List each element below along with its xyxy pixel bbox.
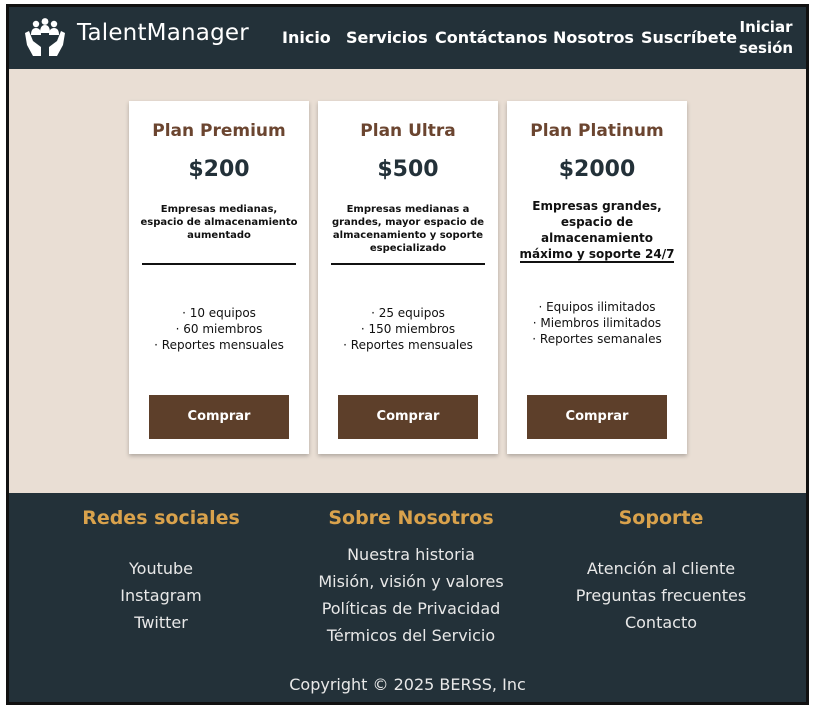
footer-support-links: Atención al cliente Preguntas frecuentes… xyxy=(531,555,791,636)
login-line-2: sesión xyxy=(738,39,794,57)
footer-social-column: Redes sociales Youtube Instagram Twitter xyxy=(31,507,291,636)
plan-description: Empresas medianas a grandes, mayor espac… xyxy=(331,204,485,254)
feature-item: · 60 miembros xyxy=(175,322,263,336)
footer-link-privacy[interactable]: Políticas de Privacidad xyxy=(281,595,541,622)
buy-button-premium[interactable]: Comprar xyxy=(149,395,289,439)
footer-link-faq[interactable]: Preguntas frecuentes xyxy=(531,582,791,609)
plan-features: · 10 equipos · 60 miembros · Reportes me… xyxy=(129,305,309,353)
login-line-1: Iniciar xyxy=(739,18,793,36)
footer-link-twitter[interactable]: Twitter xyxy=(31,609,291,636)
feature-item: · Reportes semanales xyxy=(532,332,662,346)
nav-servicios[interactable]: Servicios xyxy=(346,28,428,47)
buy-button-platinum[interactable]: Comprar xyxy=(527,395,667,439)
footer-heading-social: Redes sociales xyxy=(82,507,240,529)
divider xyxy=(331,263,485,265)
feature-item: · Reportes mensuales xyxy=(154,338,284,352)
feature-item: · Equipos ilimitados xyxy=(538,300,656,314)
plan-features: · Equipos ilimitados · Miembros ilimitad… xyxy=(507,299,687,347)
divider xyxy=(520,261,674,263)
plan-card-premium: Plan Premium $200 Empresas medianas, esp… xyxy=(129,101,309,454)
divider xyxy=(142,263,296,265)
plan-price: $200 xyxy=(188,157,250,182)
plan-description: Empresas medianas, espacio de almacenami… xyxy=(140,204,298,241)
footer-link-contact[interactable]: Contacto xyxy=(531,609,791,636)
footer-link-history[interactable]: Nuestra historia xyxy=(281,541,541,568)
footer-heading-support: Soporte xyxy=(618,507,704,529)
plan-card-ultra: Plan Ultra $500 Empresas medianas a gran… xyxy=(318,101,498,454)
footer-link-customer-service[interactable]: Atención al cliente xyxy=(531,555,791,582)
plan-price: $2000 xyxy=(558,157,636,182)
top-navbar: TalentManager Inicio Servicios Contáctan… xyxy=(9,7,806,69)
hands-holding-people-icon[interactable] xyxy=(23,15,67,59)
feature-item: · Miembros ilimitados xyxy=(532,316,662,330)
plan-price: $500 xyxy=(377,157,439,182)
plan-name: Plan Ultra xyxy=(360,121,456,141)
login-link[interactable]: Iniciar sesión xyxy=(736,17,796,59)
footer-link-youtube[interactable]: Youtube xyxy=(31,555,291,582)
footer-about-column: Sobre Nosotros Nuestra historia Misión, … xyxy=(281,507,541,649)
plan-features: · 25 equipos · 150 miembros · Reportes m… xyxy=(318,305,498,353)
nav-contactanos[interactable]: Contáctanos xyxy=(435,28,547,47)
footer-support-column: Soporte Atención al cliente Preguntas fr… xyxy=(531,507,791,636)
footer-link-mission[interactable]: Misión, visión y valores xyxy=(281,568,541,595)
page-frame: TalentManager Inicio Servicios Contáctan… xyxy=(6,4,809,705)
plan-description: Empresas grandes, espacio de almacenamie… xyxy=(519,199,675,261)
brand-name[interactable]: TalentManager xyxy=(77,20,249,46)
footer-link-terms[interactable]: Térmicos del Servicio xyxy=(281,622,541,649)
plan-name: Plan Premium xyxy=(152,121,286,141)
footer-social-links: Youtube Instagram Twitter xyxy=(31,555,291,636)
footer-link-instagram[interactable]: Instagram xyxy=(31,582,291,609)
plan-card-platinum: Plan Platinum $2000 Empresas grandes, es… xyxy=(507,101,687,454)
footer-heading-about: Sobre Nosotros xyxy=(328,507,494,529)
nav-inicio[interactable]: Inicio xyxy=(282,28,331,47)
nav-nosotros[interactable]: Nosotros xyxy=(553,28,634,47)
feature-item: · 10 equipos xyxy=(182,306,256,320)
nav-suscribete[interactable]: Suscríbete xyxy=(641,28,737,47)
feature-item: · 150 miembros xyxy=(360,322,456,336)
copyright-text: Copyright © 2025 BERSS, Inc xyxy=(289,675,526,694)
site-footer: Redes sociales Youtube Instagram Twitter… xyxy=(9,493,806,702)
feature-item: · 25 equipos xyxy=(371,306,445,320)
buy-button-ultra[interactable]: Comprar xyxy=(338,395,478,439)
footer-about-links: Nuestra historia Misión, visión y valore… xyxy=(281,541,541,649)
feature-item: · Reportes mensuales xyxy=(343,338,473,352)
plan-name: Plan Platinum xyxy=(530,121,664,141)
